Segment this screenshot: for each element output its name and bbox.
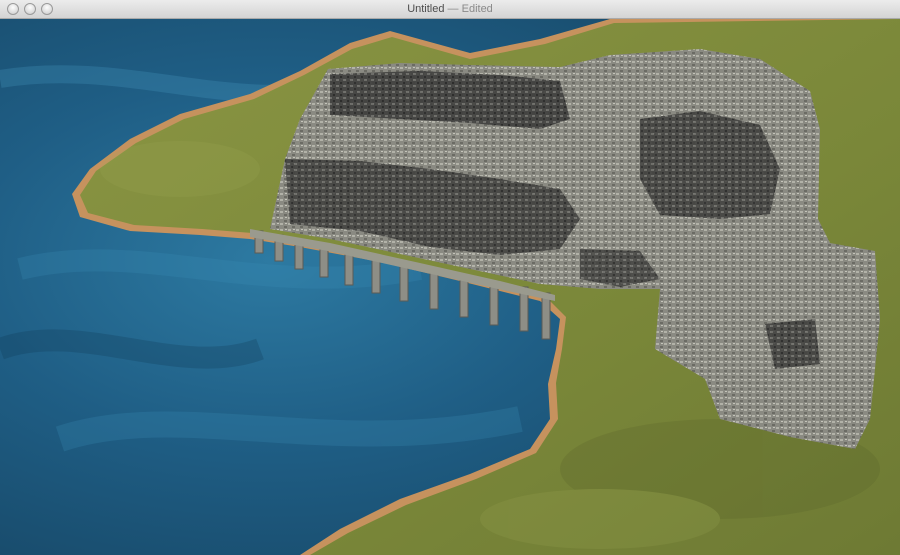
terrain-viewport[interactable] [0,19,900,555]
title-bar[interactable]: Untitled — Edited [0,0,900,19]
window-title: Untitled — Edited [0,3,900,15]
document-title: Untitled [407,3,445,15]
city-dense-block-3 [640,111,780,219]
app-window: Untitled — Edited [0,0,900,555]
terrain-render[interactable] [0,19,900,555]
title-separator: — [447,3,459,15]
document-status: Edited [461,3,493,15]
